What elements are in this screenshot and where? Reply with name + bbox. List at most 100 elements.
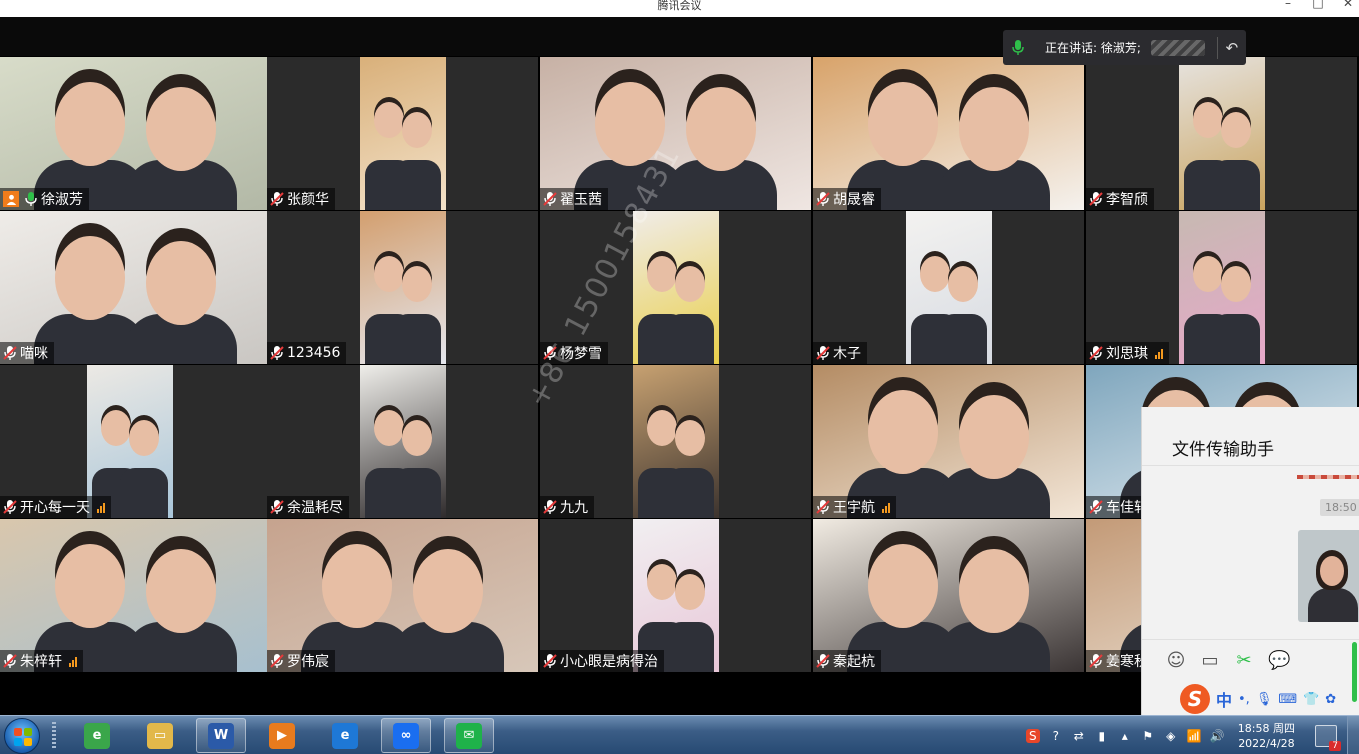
participant-tile[interactable]: 九九	[540, 365, 811, 518]
person-body	[393, 160, 442, 210]
microphone-icon	[24, 191, 38, 207]
weak-signal-icon	[97, 501, 105, 513]
participant-name: 开心每一天	[20, 500, 90, 516]
participant-tile[interactable]: 刘思琪	[1086, 211, 1357, 364]
participant-nametag: 刘思琪	[1086, 342, 1169, 364]
participant-tile[interactable]: 翟玉茜	[540, 57, 811, 210]
person-body	[666, 622, 715, 672]
image-message-thumbnail[interactable]	[1298, 530, 1359, 622]
host-icon	[3, 191, 19, 207]
shirt-icon[interactable]: 👕	[1303, 692, 1319, 707]
speaking-indicator[interactable]: 正在讲话: 徐淑芳; ↶	[1003, 30, 1246, 65]
weak-signal-icon	[1155, 347, 1163, 359]
undo-arrow-icon[interactable]: ↶	[1218, 39, 1246, 57]
taskbar-app-ie[interactable]: e	[320, 718, 370, 753]
participant-tile[interactable]: 罗伟宸	[267, 519, 538, 672]
participant-name: 刘思琪	[1106, 346, 1148, 362]
taskbar-app-word[interactable]: W	[196, 718, 246, 753]
person-body	[666, 468, 715, 518]
participant-tile[interactable]: 朱梓轩	[0, 519, 271, 672]
participant-nametag: 张颜华	[267, 188, 335, 210]
person-silhouette	[958, 87, 1029, 171]
taskbar-app-file-explorer[interactable]: ▭	[135, 718, 185, 753]
chat-bubble-icon[interactable]: 💬	[1268, 650, 1290, 671]
punctuation-icon[interactable]: •,	[1238, 692, 1250, 707]
microphone-icon[interactable]: 🎙	[1256, 692, 1273, 707]
participant-tile[interactable]: 徐淑芳	[0, 57, 271, 210]
notification-count: 7	[1329, 740, 1341, 751]
minimize-button[interactable]: –	[1281, 0, 1295, 10]
show-desktop-button[interactable]	[1347, 716, 1359, 754]
participant-tile[interactable]: 李智颀	[1086, 57, 1357, 210]
show-hidden-icons[interactable]: ▴	[1118, 729, 1132, 743]
folder-icon[interactable]: ▭	[1200, 650, 1220, 671]
system-clock[interactable]: 18:58 周四 2022/4/28	[1238, 721, 1295, 751]
participant-tile[interactable]: 余温耗尽	[267, 365, 538, 518]
participant-tile[interactable]: 秦起杭	[813, 519, 1084, 672]
sogou-logo-icon[interactable]: S	[1180, 684, 1210, 714]
participant-name: 胡晟睿	[833, 192, 875, 208]
taskbar-app-media-player[interactable]: ▶	[257, 718, 307, 753]
participant-tile[interactable]: 王宇航	[813, 365, 1084, 518]
participant-tile[interactable]: 123456	[267, 211, 538, 364]
person-silhouette	[675, 574, 706, 610]
person-silhouette	[145, 549, 216, 633]
ime-language[interactable]: 中	[1216, 687, 1232, 711]
participant-tile[interactable]: 小心眼是病得治	[540, 519, 811, 672]
participant-tile[interactable]: 张颜华	[267, 57, 538, 210]
microphone-muted-icon	[1089, 345, 1103, 361]
scissors-icon[interactable]: ✂	[1234, 650, 1254, 671]
ime-toolbar[interactable]: S 中 •, 🎙 ⌨ 👕 ✿	[1180, 684, 1336, 714]
participant-nametag: 徐淑芳	[0, 188, 89, 210]
microphone-muted-icon	[543, 191, 557, 207]
person-silhouette	[1192, 256, 1223, 292]
person-silhouette	[868, 82, 939, 166]
browser-360-icon: e	[84, 722, 110, 749]
microphone-muted-icon	[3, 499, 17, 515]
speaking-label: 正在讲话: 徐淑芳;	[1045, 41, 1141, 55]
start-button[interactable]	[4, 718, 40, 754]
taskbar-app-tencent-meeting[interactable]: ∞	[381, 718, 431, 753]
notification-icon[interactable]: 7	[1315, 724, 1341, 751]
close-button[interactable]: ✕	[1341, 0, 1355, 10]
participant-video	[633, 365, 719, 518]
network-signal-icon[interactable]: 📶	[1187, 729, 1202, 743]
volume-icon[interactable]: 🔊	[1210, 729, 1225, 743]
blurred-names	[1150, 39, 1205, 56]
participant-tile[interactable]: 胡晟睿	[813, 57, 1084, 210]
network-share-icon[interactable]: ⇄	[1072, 729, 1086, 743]
chat-scrollbar[interactable]	[1352, 642, 1357, 702]
person-silhouette	[373, 410, 404, 446]
taskbar-app-wechat[interactable]: ✉	[444, 718, 494, 753]
participant-tile[interactable]: 杨梦雪	[540, 211, 811, 364]
battery-icon[interactable]: ▮	[1095, 729, 1109, 743]
participant-name: 123456	[287, 345, 341, 361]
word-icon: W	[208, 722, 234, 749]
keyboard-icon[interactable]: ⌨	[1278, 692, 1297, 707]
security-icon[interactable]: ◈	[1164, 729, 1178, 743]
microphone-muted-icon	[270, 653, 284, 669]
microphone-muted-icon	[816, 653, 830, 669]
smiley-icon[interactable]: ☺	[1166, 650, 1186, 671]
sogou-tray-icon[interactable]: S	[1025, 728, 1040, 743]
participant-nametag: 胡晟睿	[813, 188, 881, 210]
flag-icon[interactable]: ⚑	[1141, 729, 1155, 743]
taskbar-app-browser-360[interactable]: e	[72, 718, 122, 753]
weak-signal-icon	[882, 501, 890, 513]
participant-name: 翟玉茜	[560, 192, 602, 208]
person-silhouette	[958, 395, 1029, 479]
person-body	[393, 314, 442, 364]
participant-tile[interactable]: 开心每一天	[0, 365, 271, 518]
person-silhouette	[685, 87, 756, 171]
participant-tile[interactable]: 喵咪	[0, 211, 271, 364]
apps-icon[interactable]: ✿	[1325, 692, 1336, 707]
participant-nametag: 李智颀	[1086, 188, 1154, 210]
help-icon[interactable]: ?	[1049, 729, 1063, 743]
maximize-button[interactable]: □	[1311, 0, 1325, 10]
microphone-muted-icon	[3, 345, 17, 361]
participant-nametag: 罗伟宸	[267, 650, 335, 672]
person-body	[939, 314, 988, 364]
participant-video	[360, 211, 446, 364]
participant-tile[interactable]: 木子	[813, 211, 1084, 364]
windows-logo-icon	[14, 728, 32, 746]
